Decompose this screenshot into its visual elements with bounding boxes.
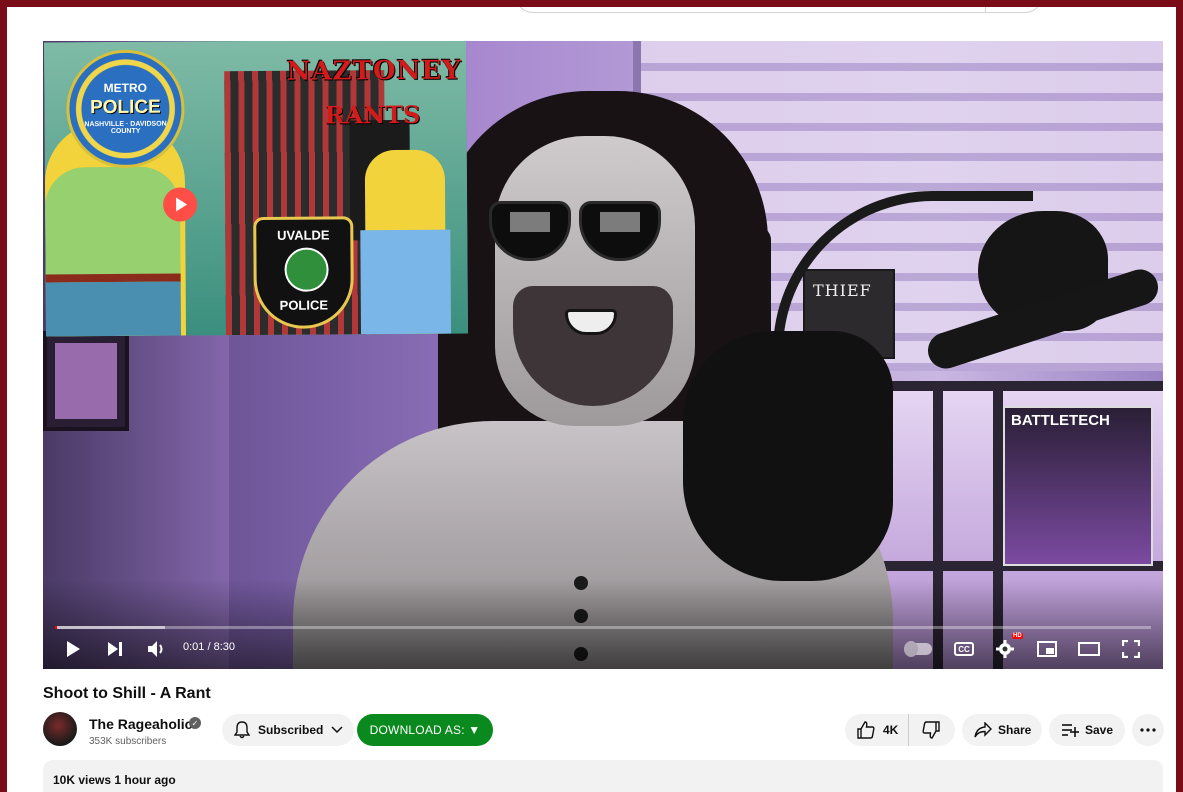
more-icon	[1140, 728, 1156, 732]
progress-played	[55, 626, 58, 629]
play-button[interactable]	[63, 637, 83, 661]
bell-icon	[234, 721, 250, 739]
fullscreen-icon	[1122, 640, 1140, 658]
subscriber-count: 353K subscribers	[89, 736, 167, 747]
cartoon-pants	[45, 281, 182, 337]
share-button[interactable]: Share	[962, 714, 1042, 746]
volume-icon	[148, 641, 163, 657]
uvalde-police-badge: UVALDE POLICE	[253, 216, 354, 330]
chevron-down-icon	[331, 726, 343, 734]
progress-buffered	[55, 626, 165, 629]
hd-badge: HD	[1012, 633, 1023, 639]
video-title: Shoot to Shill - A Rant	[43, 685, 211, 702]
cartoon-dress	[360, 229, 452, 335]
save-button[interactable]: Save	[1049, 714, 1125, 746]
description-box[interactable]: 10K views 1 hour ago	[43, 760, 1163, 792]
save-playlist-icon	[1062, 724, 1079, 737]
views-and-date: 10K views 1 hour ago	[53, 773, 176, 787]
next-button[interactable]	[105, 637, 125, 661]
theater-mode-button[interactable]	[1077, 637, 1101, 661]
captions-button[interactable]: CC	[951, 637, 977, 661]
share-icon	[974, 722, 992, 738]
channel-logo-title: NAZTONEY	[286, 55, 462, 87]
cartoon-shirt	[44, 166, 181, 288]
save-label: Save	[1085, 723, 1114, 737]
time-display: 0:01 / 8:30	[183, 641, 235, 653]
download-button[interactable]: DOWNLOAD AS: ▼	[357, 714, 493, 746]
video-frame: BATTLETECH THIEF NAZTONEY RANTS METRO PO…	[43, 41, 1163, 669]
like-dislike-group: 4K	[845, 714, 955, 746]
miniplayer-icon	[1037, 641, 1057, 657]
page: BATTLETECH THIEF NAZTONEY RANTS METRO PO…	[7, 7, 1176, 792]
search-bar[interactable]	[515, 7, 1043, 13]
subscribed-button[interactable]: Subscribed	[222, 714, 354, 746]
play-icon	[67, 641, 80, 657]
settings-button[interactable]	[993, 637, 1017, 661]
video-player[interactable]: BATTLETECH THIEF NAZTONEY RANTS METRO PO…	[43, 41, 1163, 669]
next-icon	[108, 642, 122, 656]
search-divider	[985, 7, 986, 12]
autoplay-toggle[interactable]	[903, 637, 933, 661]
metro-police-badge: METRO POLICE NASHVILLE · DAVIDSON COUNTY	[66, 49, 185, 169]
fullscreen-button[interactable]	[1119, 637, 1143, 661]
share-label: Share	[998, 723, 1032, 737]
channel-name[interactable]: The Rageaholic	[89, 716, 192, 732]
channel-avatar[interactable]	[43, 712, 77, 746]
captions-icon: CC	[954, 642, 974, 656]
settings-icon	[996, 640, 1014, 658]
theater-icon	[1078, 642, 1100, 656]
progress-bar[interactable]	[55, 626, 1151, 629]
channel-logo-subtitle: RANTS	[324, 99, 421, 130]
like-count: 4K	[883, 723, 899, 737]
miniplayer-button[interactable]	[1035, 637, 1059, 661]
verified-icon: ✓	[189, 717, 201, 729]
microphone	[683, 331, 893, 581]
play-overlay-icon[interactable]	[162, 187, 198, 222]
overlay-inset: NAZTONEY RANTS METRO POLICE NASHVILLE · …	[43, 41, 469, 337]
volume-button[interactable]	[145, 637, 169, 661]
more-actions-button[interactable]	[1132, 714, 1164, 746]
like-button[interactable]: 4K	[845, 714, 909, 746]
wall-picture	[43, 331, 129, 431]
autoplay-toggle-icon	[904, 641, 932, 657]
dislike-button[interactable]	[909, 714, 953, 746]
subscribed-label: Subscribed	[258, 723, 324, 737]
dislike-icon	[922, 721, 940, 739]
like-icon	[857, 721, 875, 739]
